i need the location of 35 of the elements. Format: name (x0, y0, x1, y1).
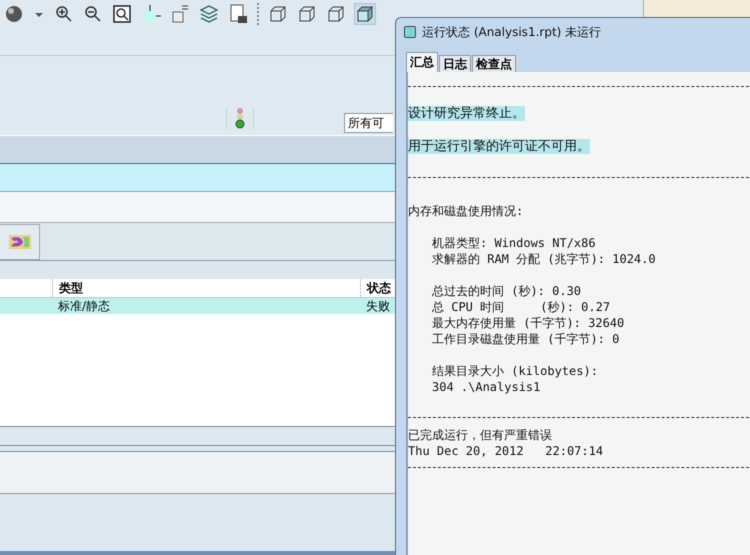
report-line: 求解器的 RAM 分配 (兆字节): 1024.0 (432, 252, 656, 266)
layers-icon[interactable] (199, 4, 219, 24)
report-line: 总过去的时间 (秒): 0.30 (432, 284, 582, 298)
tab[interactable]: 检查点 (472, 55, 516, 72)
error-message: 用于运行引擎的许可证不可用。 (408, 139, 590, 154)
no-hidden-cube-icon[interactable] (326, 4, 346, 24)
report-line: 已完成运行，但有严重错误 (408, 428, 552, 442)
fringe-plot-button[interactable] (0, 224, 40, 260)
report-line: 结果目录大小 (kilobytes): (432, 364, 598, 378)
table-cell-text: 失败 (365, 298, 391, 314)
report-line: 机器类型: Windows NT/x86 (432, 236, 596, 250)
report-line: 最大内存使用量 (千字节): 32640 (432, 316, 624, 330)
hidden-line-cube-icon[interactable] (297, 4, 317, 24)
wireframe-cube-icon[interactable] (268, 4, 288, 24)
report-line: 304 .\Analysis1 (432, 380, 540, 394)
zoom-in-icon[interactable] (54, 4, 74, 24)
report-line: 工作目录磁盘使用量 (千字节): 0 (432, 332, 620, 346)
error-message: 设计研究异常终止。 (408, 106, 525, 121)
fringe-icon (8, 234, 30, 248)
column-header[interactable]: 类型 (52, 279, 360, 297)
window-icon (404, 26, 416, 38)
window-title: 运行状态 (Analysis1.rpt) 未运行 (422, 24, 602, 40)
sphere-icon[interactable] (4, 4, 24, 24)
table-cell-text: 标准/静态 (57, 298, 112, 314)
filter-dropdown[interactable]: 所有可 (344, 113, 393, 133)
tab[interactable]: 汇总 (406, 52, 438, 72)
table-row[interactable]: 标准/静态 失败 (0, 298, 395, 314)
report-line: Thu Dec 20, 2012 22:07:14 (408, 444, 604, 458)
report-line: 内存和磁盘使用情况: (408, 204, 524, 218)
tab[interactable]: 日志 (439, 55, 471, 72)
zoom-fit-icon[interactable] (112, 4, 132, 24)
zoom-out-icon[interactable] (83, 4, 103, 24)
report-line: 总 CPU 时间 (秒): 0.27 (432, 300, 610, 314)
traffic-light-icon (226, 107, 254, 129)
shaded-cube-icon[interactable] (355, 4, 375, 24)
